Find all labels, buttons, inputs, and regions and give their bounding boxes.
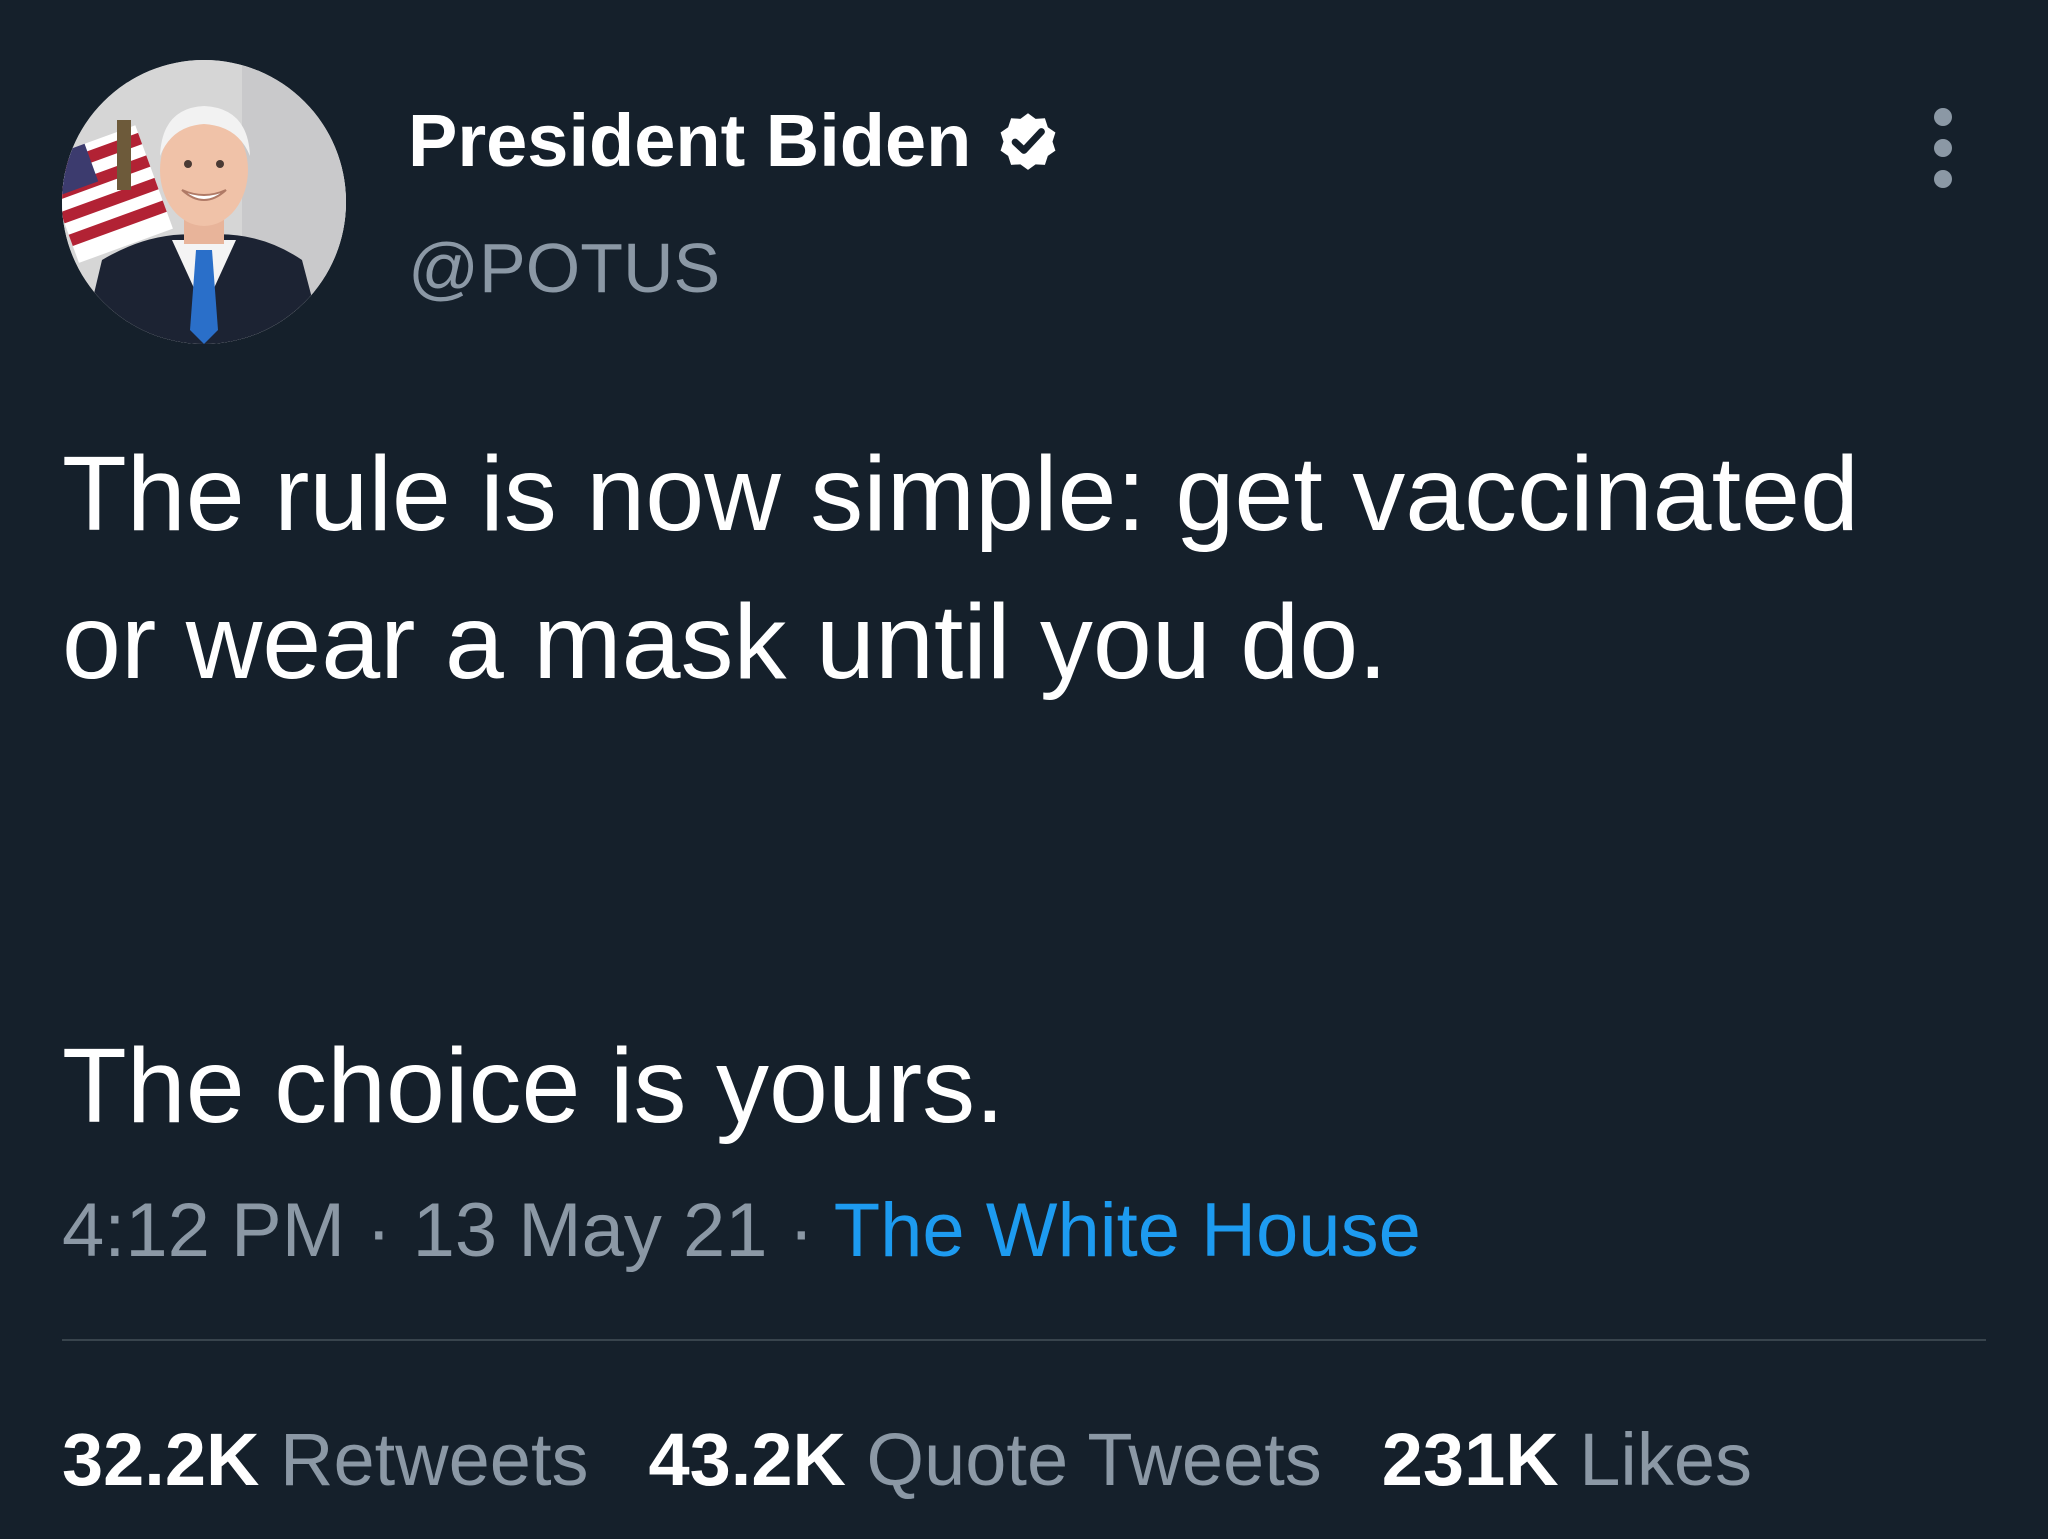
tweet-metadata: 4:12 PM · 13 May 21 · The White House <box>62 1188 1421 1274</box>
tweet-text: The rule is now simple: get vaccinated o… <box>62 420 1942 1160</box>
meta-separator: · <box>788 1188 814 1273</box>
more-dot <box>1934 108 1952 126</box>
divider <box>62 1339 1986 1341</box>
likes-label: Likes <box>1579 1418 1753 1501</box>
meta-separator: · <box>366 1188 392 1273</box>
tweet-time[interactable]: 4:12 PM <box>62 1188 345 1273</box>
engagement-stats: 32.2K Retweets 43.2K Quote Tweets 231K L… <box>62 1418 1812 1502</box>
tweet-text-paragraph: The rule is now simple: get vaccinated o… <box>62 435 1859 701</box>
tweet-source-link[interactable]: The White House <box>834 1188 1421 1273</box>
retweets-stat[interactable]: 32.2K Retweets <box>62 1418 589 1502</box>
likes-stat[interactable]: 231K Likes <box>1382 1418 1752 1502</box>
retweets-label: Retweets <box>280 1418 589 1501</box>
avatar[interactable] <box>62 60 346 344</box>
quote-tweets-stat[interactable]: 43.2K Quote Tweets <box>649 1418 1322 1502</box>
more-dot <box>1934 139 1952 157</box>
display-name-text[interactable]: President Biden <box>408 100 971 182</box>
display-name[interactable]: President Biden <box>408 100 1063 182</box>
quote-tweets-label: Quote Tweets <box>866 1418 1322 1501</box>
tweet-date[interactable]: 13 May 21 <box>413 1188 768 1273</box>
more-dot <box>1934 170 1952 188</box>
more-options-icon[interactable] <box>1918 108 1968 188</box>
likes-count: 231K <box>1381 1418 1559 1501</box>
quote-tweets-count: 43.2K <box>648 1418 846 1501</box>
tweet-text-paragraph: The choice is yours. <box>62 1027 1005 1145</box>
verified-badge-icon <box>993 106 1063 176</box>
profile-photo <box>62 60 346 344</box>
user-handle[interactable]: @POTUS <box>408 228 720 308</box>
retweets-count: 32.2K <box>62 1418 260 1501</box>
